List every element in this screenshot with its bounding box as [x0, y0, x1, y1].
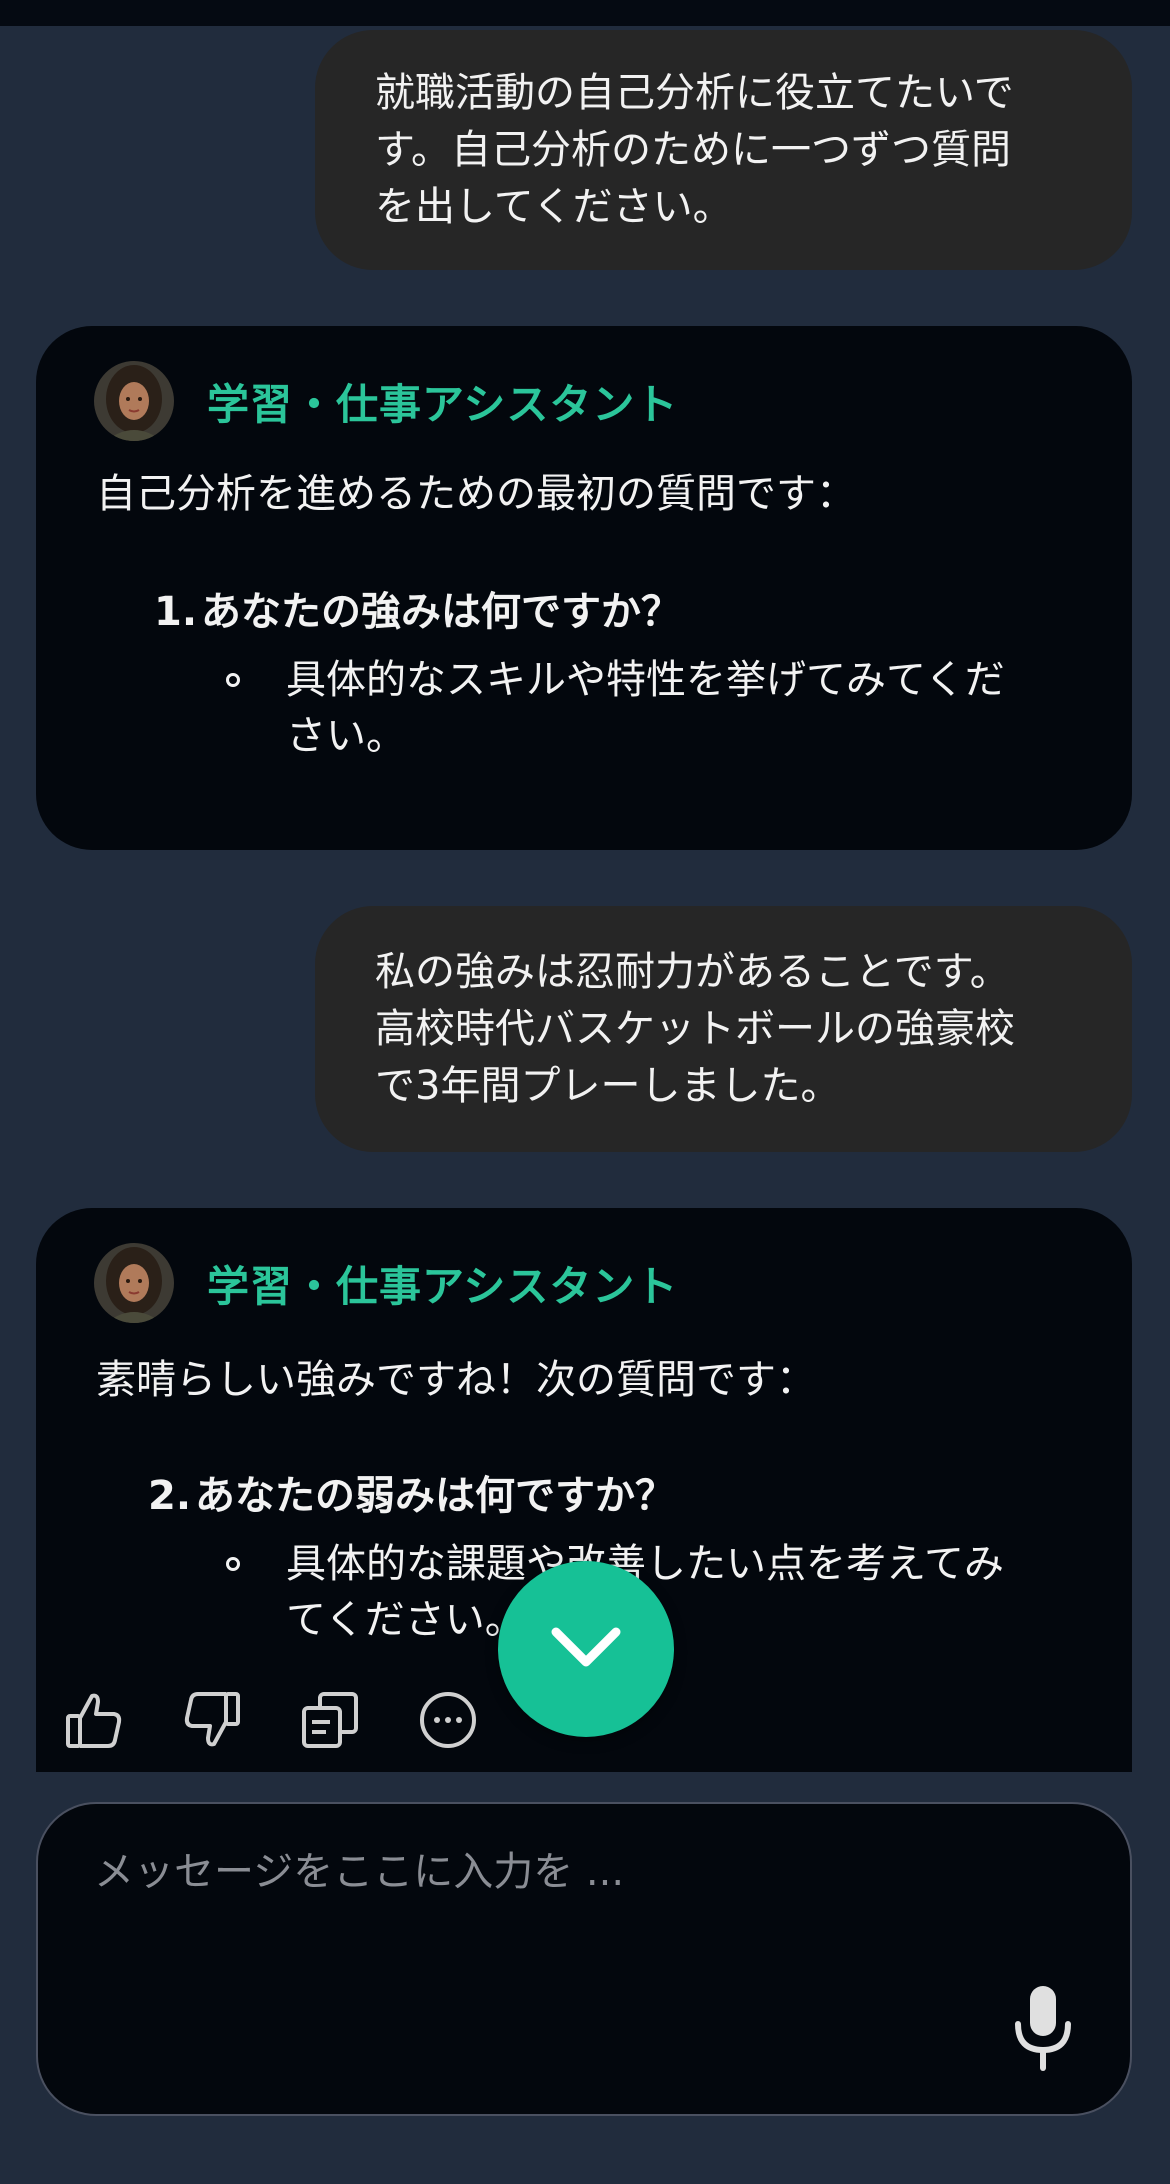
assistant-intro: 素晴らしい強みですね！次の質問です： [96, 1357, 816, 1403]
message-line: 高校時代バスケットボールの強豪校 [375, 1006, 1015, 1052]
hint-line: 具体的なスキルや特性を挙げてみてくだ [286, 657, 1005, 703]
status-bar [0, 0, 1170, 26]
question-text: あなたの強みは何ですか？ [201, 589, 682, 635]
question-number: 2. [148, 1473, 192, 1519]
assistant-name: 学習・仕事アシスタント [207, 379, 679, 429]
message-line: す。自己分析のために一つずつ質問 [375, 127, 1011, 173]
question-hint: 具体的なスキルや特性を挙げてみてくだ さい。 [226, 652, 1116, 764]
question-item: 2. あなたの弱みは何ですか？ [148, 1468, 675, 1524]
assistant-header: 学習・仕事アシスタント [94, 1243, 678, 1323]
message-line: を出してください。 [375, 184, 733, 230]
chevron-down-icon [548, 1622, 624, 1676]
message-composer [36, 1802, 1132, 2116]
microphone-icon[interactable] [1008, 1984, 1078, 2074]
avatar[interactable] [94, 1243, 174, 1323]
more-icon[interactable] [418, 1690, 478, 1750]
hint-line: さい。 [286, 713, 406, 759]
question-text: あなたの弱みは何ですか？ [195, 1473, 676, 1519]
copy-icon[interactable] [300, 1690, 360, 1750]
bullet-icon [226, 673, 240, 687]
assistant-header: 学習・仕事アシスタント [94, 361, 678, 441]
thumbs-down-icon[interactable] [182, 1690, 242, 1750]
message-line: 就職活動の自己分析に役立てたいで [375, 70, 1014, 116]
message-line: 私の強みは忍耐力があることです。 [375, 949, 1010, 995]
assistant-intro: 自己分析を進めるための最初の質問です： [96, 471, 856, 517]
message-line: で3年間プレーしました。 [375, 1063, 841, 1109]
message-actions [64, 1690, 478, 1750]
bullet-icon [226, 1557, 240, 1571]
thumbs-up-icon[interactable] [64, 1690, 124, 1750]
avatar[interactable] [94, 361, 174, 441]
assistant-name: 学習・仕事アシスタント [207, 1261, 679, 1311]
message-input[interactable] [92, 1848, 996, 1896]
question-number: 1. [154, 589, 198, 635]
assistant-message: 学習・仕事アシスタント 自己分析を進めるための最初の質問です： 1. あなたの強… [36, 326, 1132, 850]
user-message: 就職活動の自己分析に役立てたいで す。自己分析のために一つずつ質問 を出してくだ… [315, 30, 1132, 270]
question-item: 1. あなたの強みは何ですか？ [154, 584, 681, 640]
scroll-down-button[interactable] [498, 1561, 674, 1737]
user-message: 私の強みは忍耐力があることです。 高校時代バスケットボールの強豪校 で3年間プレ… [315, 906, 1132, 1152]
